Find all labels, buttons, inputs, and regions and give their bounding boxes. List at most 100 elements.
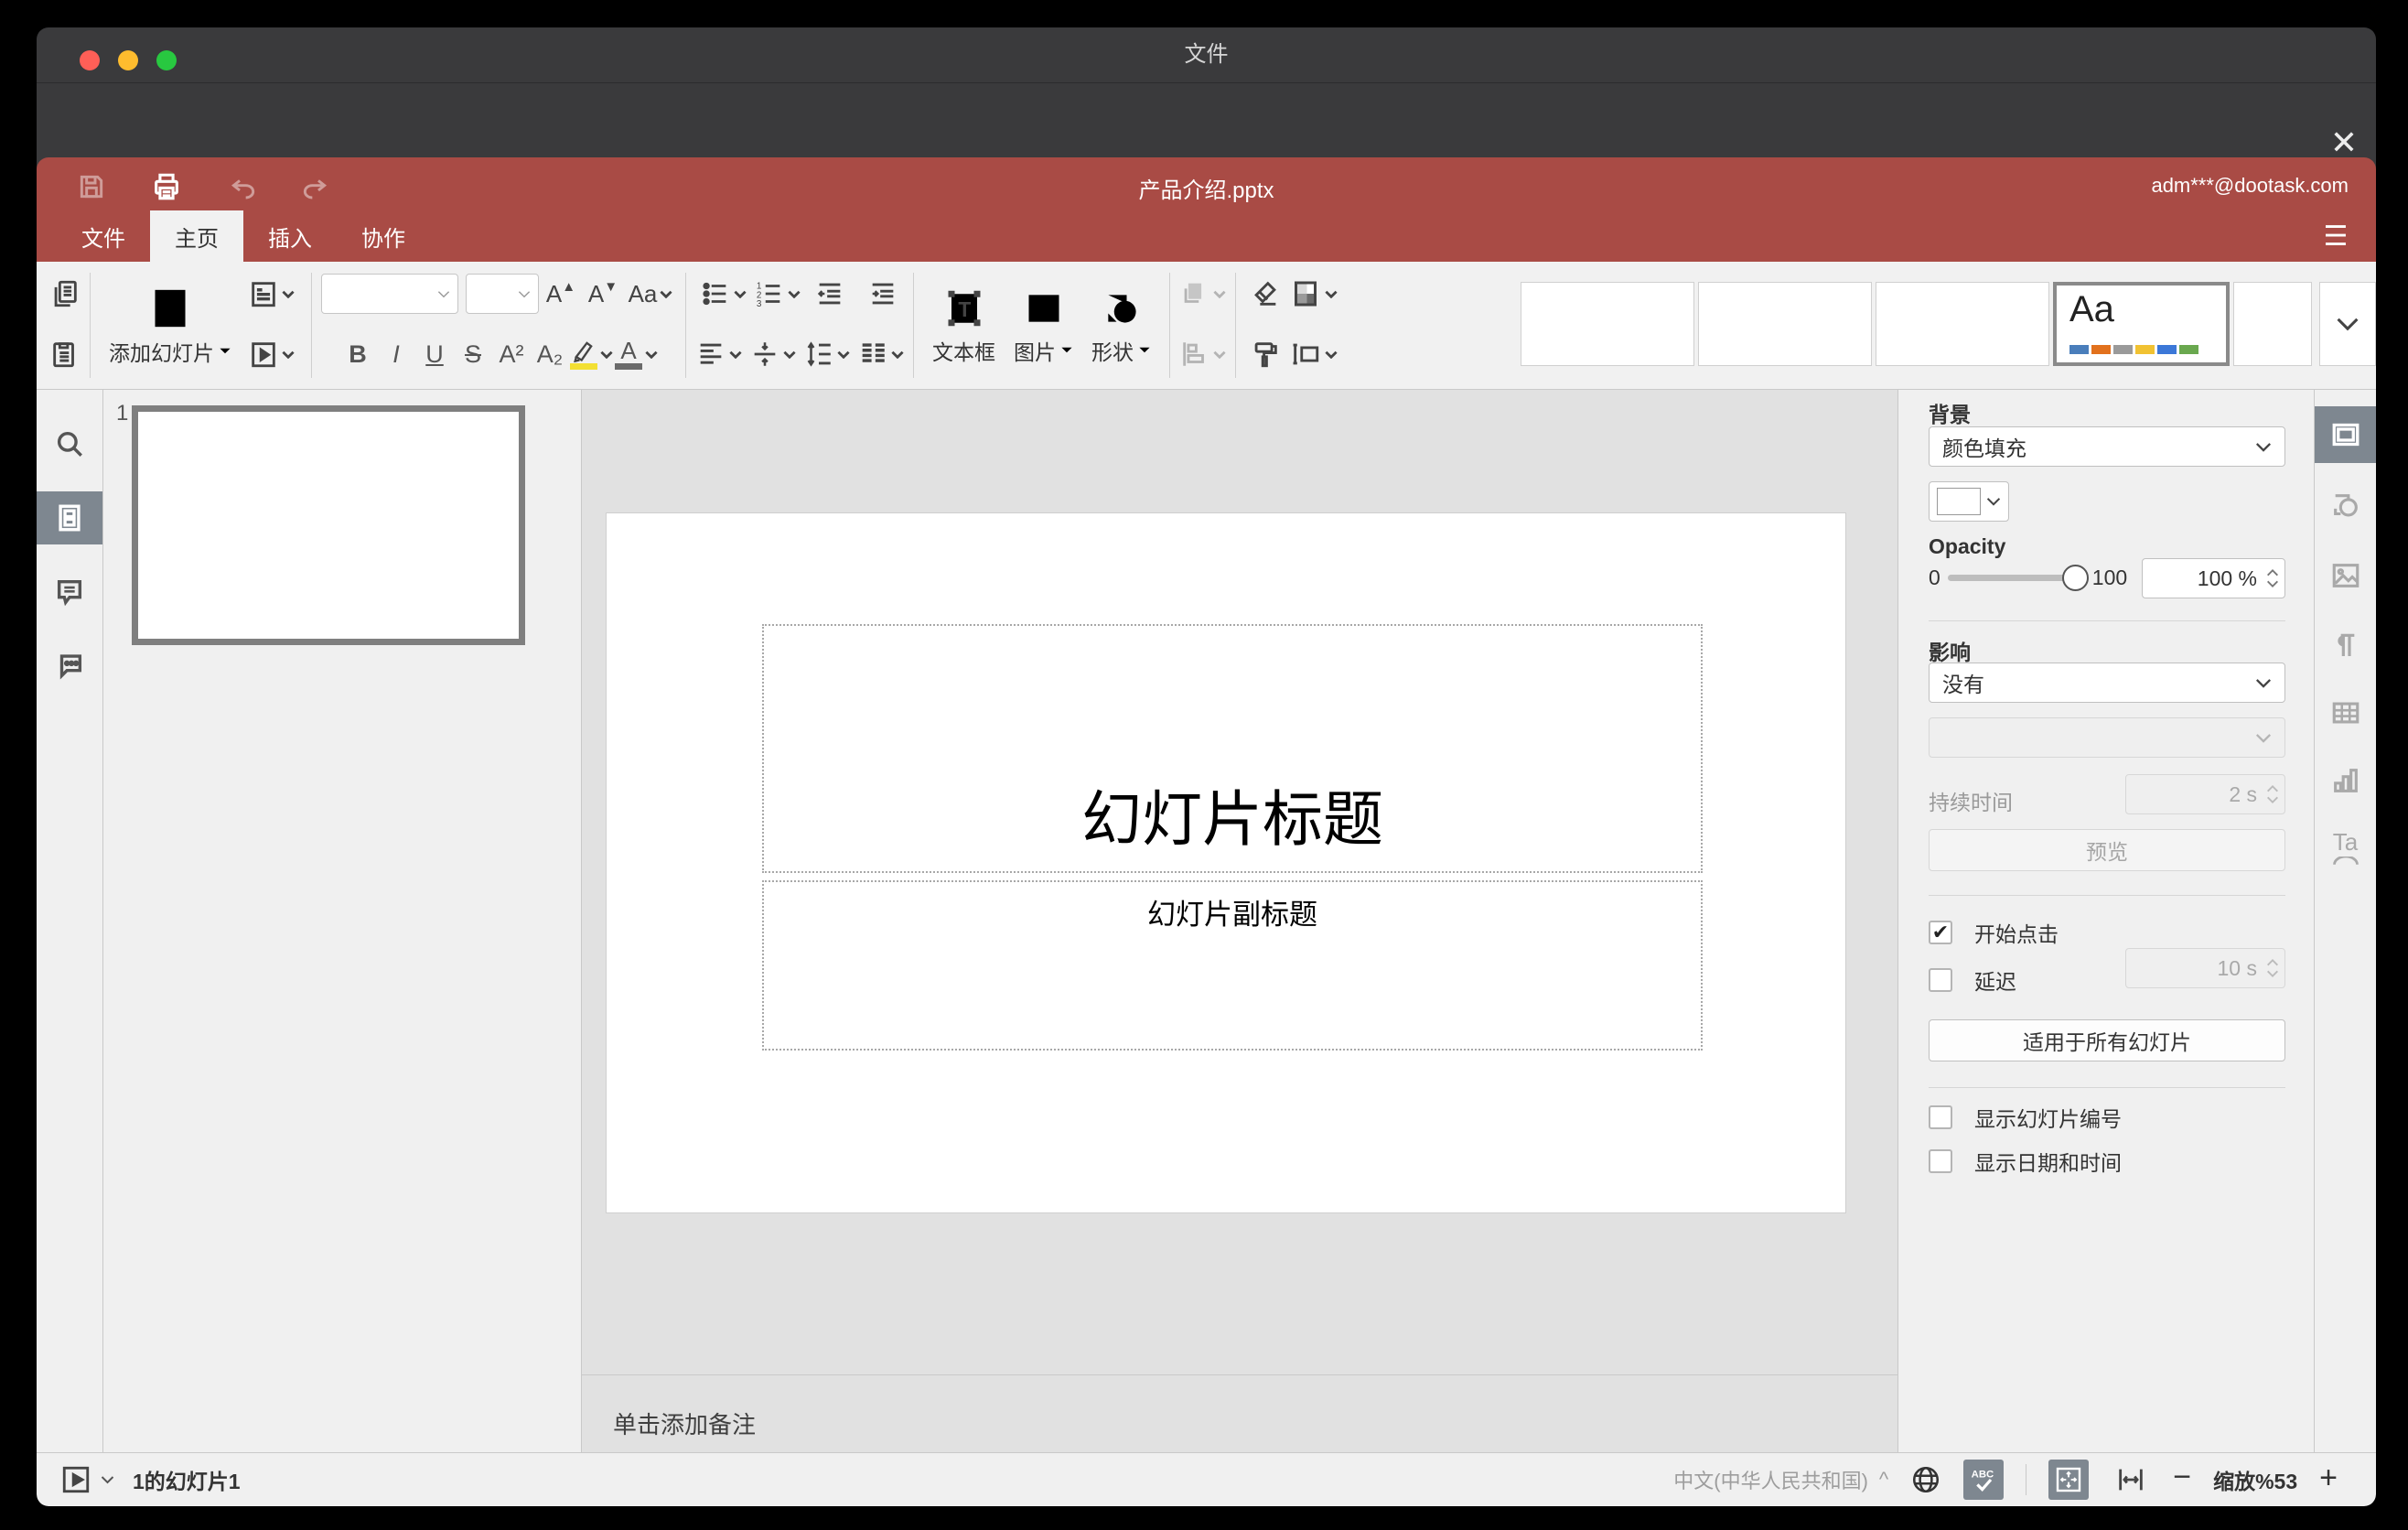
effect-select[interactable]: 没有 <box>1929 663 2285 703</box>
show-date-time-checkbox[interactable] <box>1929 1149 1952 1173</box>
slides-panel-icon[interactable] <box>37 491 102 544</box>
fit-to-slide-icon[interactable] <box>2048 1460 2090 1500</box>
italic-button[interactable]: I <box>378 340 414 369</box>
menu-icon[interactable]: ☰ <box>2316 218 2356 254</box>
decrease-indent-icon[interactable] <box>813 278 846 309</box>
superscript-button[interactable]: A² <box>493 340 530 369</box>
effect-type-select-disabled[interactable] <box>1929 717 2285 758</box>
show-date-time-row[interactable]: 显示日期和时间 <box>1929 1146 2122 1177</box>
language-indicator[interactable]: 中文(中华人民共和国) <box>1673 1465 1868 1494</box>
slide-size-icon[interactable] <box>1289 339 1338 370</box>
theme-thumbnail[interactable] <box>1698 282 1872 366</box>
preview-button[interactable]: 预览 <box>1929 829 2285 871</box>
title-placeholder[interactable]: 幻灯片标题 <box>762 624 1703 873</box>
arrange-shapes-icon[interactable] <box>1179 278 1226 309</box>
theme-thumbnail[interactable] <box>2233 282 2312 366</box>
start-slideshow-status-icon[interactable] <box>60 1464 91 1495</box>
start-on-click-checkbox[interactable]: ✔ <box>1929 921 1952 944</box>
increase-indent-icon[interactable] <box>866 278 899 309</box>
theme-gallery-expand-icon[interactable] <box>2319 282 2376 366</box>
notes-area[interactable]: 单击添加备注 <box>582 1374 1897 1453</box>
font-name-combo[interactable] <box>321 274 458 314</box>
shape-settings-icon[interactable] <box>2315 478 2376 534</box>
vertical-align-icon[interactable] <box>749 339 796 370</box>
add-slide-button[interactable]: 添加幻灯片 <box>100 264 241 389</box>
divider <box>1929 895 2285 896</box>
font-color-icon[interactable]: A <box>615 339 658 370</box>
align-shapes-icon[interactable] <box>1179 339 1226 370</box>
font-size-combo[interactable] <box>466 274 539 314</box>
decrease-font-icon[interactable]: A ▼ <box>583 274 623 314</box>
chart-settings-icon[interactable] <box>2315 752 2376 809</box>
theme-thumbnail[interactable] <box>1876 282 2049 366</box>
strikethrough-button[interactable]: S <box>455 340 491 369</box>
columns-icon[interactable] <box>857 339 904 370</box>
copy-button[interactable] <box>49 278 81 309</box>
color-scheme-icon[interactable] <box>1289 277 1338 310</box>
slide-layout-button[interactable] <box>248 278 295 309</box>
set-language-globe-icon[interactable] <box>1910 1464 1941 1495</box>
copy-style-icon[interactable] <box>1250 339 1281 370</box>
numbering-icon[interactable]: 123 <box>754 278 801 309</box>
zoom-out-icon[interactable]: − <box>2173 1460 2191 1495</box>
slide-canvas: 幻灯片标题 幻灯片副标题 单击添加备注 <box>582 390 1898 1453</box>
ribbon-tabs: 文件 主页 插入 协作 <box>57 210 430 262</box>
svg-text:3: 3 <box>757 299 762 309</box>
search-icon[interactable] <box>37 417 102 470</box>
toolbar-separator <box>685 273 686 378</box>
status-bar: 1的幻灯片1 中文(中华人民共和国) ^ ABC − 缩放%53 + <box>37 1452 2376 1506</box>
theme-thumbnail[interactable] <box>1521 282 1694 366</box>
background-color-swatch[interactable] <box>1929 481 2009 522</box>
slide[interactable]: 幻灯片标题 幻灯片副标题 <box>606 512 1846 1213</box>
paragraph-settings-icon[interactable] <box>2315 617 2376 673</box>
opacity-slider[interactable] <box>1947 565 2089 591</box>
duration-spinner[interactable]: 2 s <box>2125 774 2285 814</box>
slide-title-text: 幻灯片标题 <box>1081 785 1383 853</box>
change-case-icon[interactable]: Aa <box>625 274 676 314</box>
show-slide-number-row[interactable]: 显示幻灯片编号 <box>1929 1102 2122 1133</box>
chat-icon[interactable] <box>37 639 102 692</box>
underline-button[interactable]: U <box>416 340 453 369</box>
slideshow-options-chevron-icon[interactable] <box>101 1475 114 1484</box>
subscript-button[interactable]: A₂ <box>532 340 568 369</box>
fit-to-width-icon[interactable] <box>2111 1460 2151 1500</box>
start-on-click-row[interactable]: ✔ 开始点击 <box>1929 917 2059 948</box>
insert-image-button[interactable]: 图片 <box>1005 264 1082 389</box>
spell-check-icon[interactable]: ABC <box>1963 1460 2005 1500</box>
bold-button[interactable]: B <box>339 340 376 369</box>
horizontal-align-icon[interactable] <box>695 339 742 370</box>
apply-to-all-slides-button[interactable]: 适用于所有幻灯片 <box>1929 1019 2285 1061</box>
insert-textbox-button[interactable]: T 文本框 <box>923 264 1005 389</box>
delay-row[interactable]: 延迟 <box>1929 964 2016 996</box>
subtitle-placeholder[interactable]: 幻灯片副标题 <box>762 880 1703 1051</box>
insert-shape-button[interactable]: 形状 <box>1082 264 1160 389</box>
background-fill-select[interactable]: 颜色填充 <box>1929 426 2285 467</box>
bullets-icon[interactable] <box>700 278 747 309</box>
slide-settings-icon[interactable] <box>2315 406 2376 463</box>
slide-thumbnail-panel: 1 <box>103 390 582 1453</box>
slide-thumbnail[interactable] <box>132 405 525 645</box>
paste-button[interactable] <box>49 339 81 370</box>
opacity-spinner[interactable]: 100 % <box>2142 558 2285 598</box>
start-slideshow-button[interactable] <box>248 339 295 370</box>
show-slide-number-checkbox[interactable] <box>1929 1105 1952 1129</box>
zoom-in-icon[interactable]: + <box>2319 1460 2338 1496</box>
image-settings-icon[interactable] <box>2315 547 2376 604</box>
delay-spinner[interactable]: 10 s <box>2125 948 2285 988</box>
comments-icon[interactable] <box>37 566 102 619</box>
toolbar-separator <box>90 273 91 378</box>
opacity-slider-thumb[interactable] <box>2061 565 2089 591</box>
clear-style-icon[interactable] <box>1249 278 1282 309</box>
tab-insert[interactable]: 插入 <box>243 210 337 262</box>
highlight-color-icon[interactable] <box>570 339 613 370</box>
tab-collaboration[interactable]: 协作 <box>337 210 430 262</box>
line-spacing-icon[interactable] <box>803 339 850 370</box>
theme-thumbnail-selected[interactable]: Aa <box>2053 282 2230 366</box>
tab-file[interactable]: 文件 <box>57 210 150 262</box>
duration-value: 2 s <box>2229 781 2257 806</box>
textart-settings-icon[interactable]: Ta <box>2315 818 2376 875</box>
table-settings-icon[interactable] <box>2315 684 2376 741</box>
delay-checkbox[interactable] <box>1929 968 1952 992</box>
tab-home[interactable]: 主页 <box>150 210 243 262</box>
increase-font-icon[interactable]: A ▲ <box>541 274 581 314</box>
